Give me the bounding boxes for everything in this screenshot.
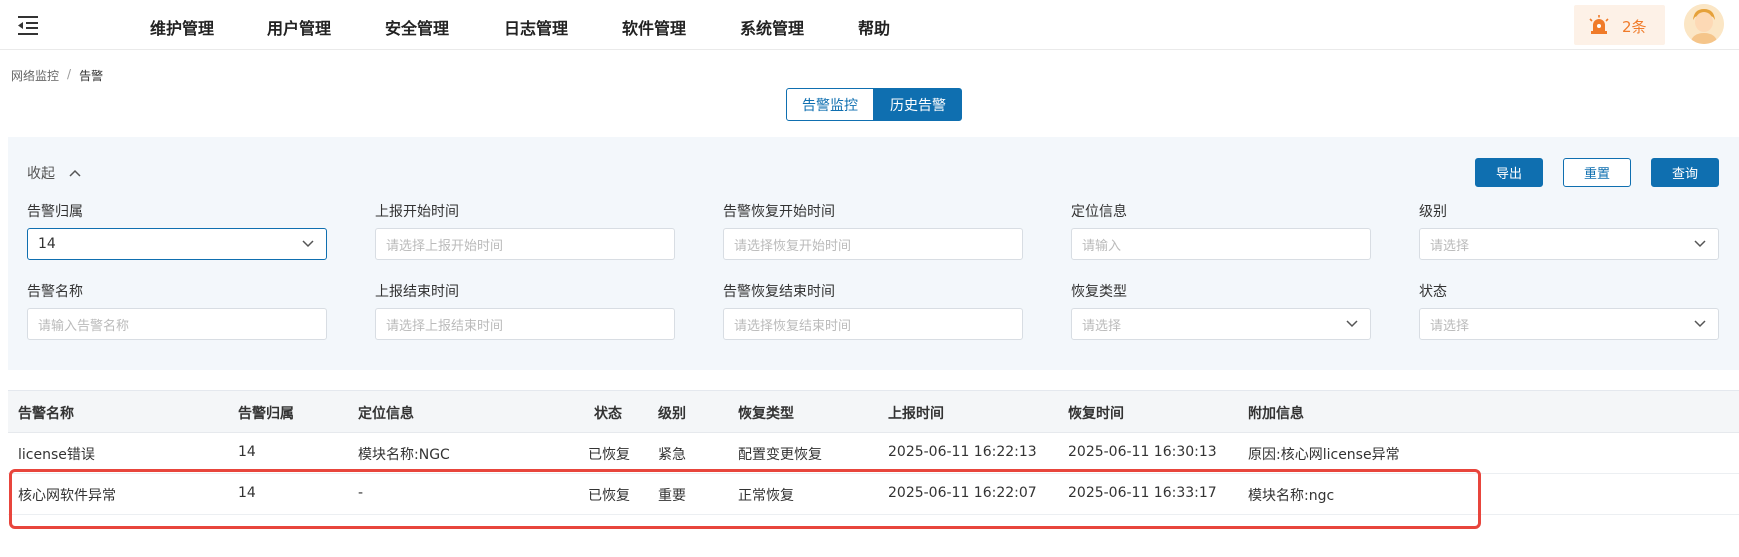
- recover-start-placeholder: 请选择恢复开始时间: [734, 238, 852, 254]
- chevron-down-icon: [1346, 320, 1358, 328]
- alarm-name-input[interactable]: 请输入告警名称: [27, 308, 327, 340]
- chevron-down-icon: [1694, 320, 1706, 328]
- alarm-owner-label: 告警归属: [27, 204, 83, 220]
- cell-alarm-name: 核心网软件异常: [18, 488, 116, 504]
- cell-recover-type: 正常恢复: [738, 488, 794, 504]
- col-header-location[interactable]: 定位信息: [358, 403, 414, 423]
- level-select[interactable]: 请选择: [1419, 228, 1719, 260]
- alarm-name-placeholder: 请输入告警名称: [38, 318, 130, 334]
- nav-item-help[interactable]: 帮助: [858, 15, 890, 39]
- cell-location: 模块名称:NGC: [358, 447, 450, 463]
- reset-button[interactable]: 重置: [1563, 158, 1631, 187]
- col-header-recover-time[interactable]: 恢复时间: [1068, 403, 1124, 423]
- table-header: 告警名称 告警归属 定位信息 状态 级别 恢复类型 上报时间 恢复时间 附加信息: [8, 391, 1739, 433]
- nav-item-security[interactable]: 安全管理: [385, 15, 449, 39]
- alarm-table: 告警名称 告警归属 定位信息 状态 级别 恢复类型 上报时间 恢复时间 附加信息…: [8, 390, 1739, 557]
- cell-recover-time: 2025-06-11 16:30:13: [1068, 444, 1217, 460]
- cell-recover-type: 配置变更恢复: [738, 447, 822, 463]
- location-input[interactable]: 请输入: [1071, 228, 1371, 260]
- alarm-notification[interactable]: 2条: [1574, 5, 1665, 45]
- status-placeholder: 请选择: [1430, 318, 1470, 334]
- col-header-recover-type[interactable]: 恢复类型: [738, 403, 794, 423]
- col-header-status[interactable]: 状态: [594, 403, 622, 423]
- cell-extra-info: 模块名称:ngc: [1248, 488, 1335, 504]
- query-button[interactable]: 查询: [1651, 158, 1719, 187]
- export-button[interactable]: 导出: [1475, 158, 1543, 187]
- nav-item-logs[interactable]: 日志管理: [504, 15, 568, 39]
- cell-location: -: [358, 485, 364, 501]
- status-select[interactable]: 请选择: [1419, 308, 1719, 340]
- chevron-down-icon: [1694, 240, 1706, 248]
- tab-alarm-history[interactable]: 历史告警: [874, 88, 962, 121]
- breadcrumb-parent[interactable]: 网络监控: [11, 67, 59, 84]
- alarm-light-icon: [1589, 15, 1609, 34]
- cell-level: 紧急: [658, 447, 686, 463]
- alarm-name-label: 告警名称: [27, 284, 83, 300]
- cell-report-time: 2025-06-11 16:22:13: [888, 444, 1037, 460]
- level-label: 级别: [1419, 204, 1447, 220]
- recover-end-label: 告警恢复结束时间: [723, 284, 835, 300]
- avatar-icon: [1684, 4, 1724, 44]
- chevron-down-icon: [302, 240, 314, 248]
- chevron-up-icon: [69, 169, 81, 177]
- menu-fold-icon[interactable]: [16, 14, 40, 36]
- cell-level: 重要: [658, 488, 686, 504]
- recover-end-picker[interactable]: 请选择恢复结束时间: [723, 308, 1023, 340]
- collapse-label: 收起: [27, 166, 55, 182]
- report-start-placeholder: 请选择上报开始时间: [386, 238, 504, 254]
- recover-end-placeholder: 请选择恢复结束时间: [734, 318, 852, 334]
- nav-item-software[interactable]: 软件管理: [622, 15, 686, 39]
- nav-item-maintenance[interactable]: 维护管理: [150, 15, 214, 39]
- location-label: 定位信息: [1071, 204, 1127, 220]
- status-label: 状态: [1419, 284, 1447, 300]
- cell-report-time: 2025-06-11 16:22:07: [888, 485, 1037, 501]
- recover-type-label: 恢复类型: [1071, 284, 1127, 300]
- alarm-owner-select[interactable]: 14: [27, 228, 327, 260]
- collapse-toggle[interactable]: 收起: [27, 163, 81, 183]
- level-placeholder: 请选择: [1430, 238, 1470, 254]
- user-avatar[interactable]: [1684, 4, 1724, 44]
- report-end-picker[interactable]: 请选择上报结束时间: [375, 308, 675, 340]
- tab-alarm-monitor[interactable]: 告警监控: [786, 88, 874, 121]
- cell-status: 已恢复: [588, 447, 630, 463]
- top-navbar: 维护管理 用户管理 安全管理 日志管理 软件管理 系统管理 帮助 2条: [0, 0, 1739, 50]
- report-start-picker[interactable]: 请选择上报开始时间: [375, 228, 675, 260]
- col-header-level[interactable]: 级别: [658, 403, 686, 423]
- report-end-label: 上报结束时间: [375, 284, 459, 300]
- table-row[interactable]: license错误 14 模块名称:NGC 已恢复 紧急 配置变更恢复 2025…: [8, 433, 1739, 474]
- col-header-extra-info[interactable]: 附加信息: [1248, 403, 1304, 423]
- alarm-tabs: 告警监控 历史告警: [786, 88, 962, 121]
- nav-item-users[interactable]: 用户管理: [267, 15, 331, 39]
- recover-start-label: 告警恢复开始时间: [723, 204, 835, 220]
- alarm-owner-value: 14: [38, 236, 56, 252]
- recover-type-placeholder: 请选择: [1082, 318, 1122, 334]
- col-header-owner[interactable]: 告警归属: [238, 403, 294, 423]
- table-row[interactable]: 核心网软件异常 14 - 已恢复 重要 正常恢复 2025-06-11 16:2…: [8, 474, 1739, 515]
- cell-owner: 14: [238, 485, 256, 501]
- report-start-label: 上报开始时间: [375, 204, 459, 220]
- alarm-count: 2条: [1622, 18, 1647, 36]
- breadcrumb-current: 告警: [79, 69, 104, 83]
- cell-extra-info: 原因:核心网license异常: [1248, 447, 1400, 463]
- breadcrumb-separator: /: [67, 67, 72, 81]
- nav-item-system[interactable]: 系统管理: [740, 15, 804, 39]
- recover-type-select[interactable]: 请选择: [1071, 308, 1371, 340]
- cell-alarm-name: license错误: [18, 447, 95, 463]
- recover-start-picker[interactable]: 请选择恢复开始时间: [723, 228, 1023, 260]
- col-header-report-time[interactable]: 上报时间: [888, 403, 944, 423]
- cell-status: 已恢复: [588, 488, 630, 504]
- breadcrumb: 网络监控 / 告警: [11, 67, 103, 84]
- report-end-placeholder: 请选择上报结束时间: [386, 318, 504, 334]
- col-header-alarm-name[interactable]: 告警名称: [18, 403, 74, 423]
- cell-recover-time: 2025-06-11 16:33:17: [1068, 485, 1217, 501]
- location-placeholder: 请输入: [1082, 238, 1122, 254]
- cell-owner: 14: [238, 444, 256, 460]
